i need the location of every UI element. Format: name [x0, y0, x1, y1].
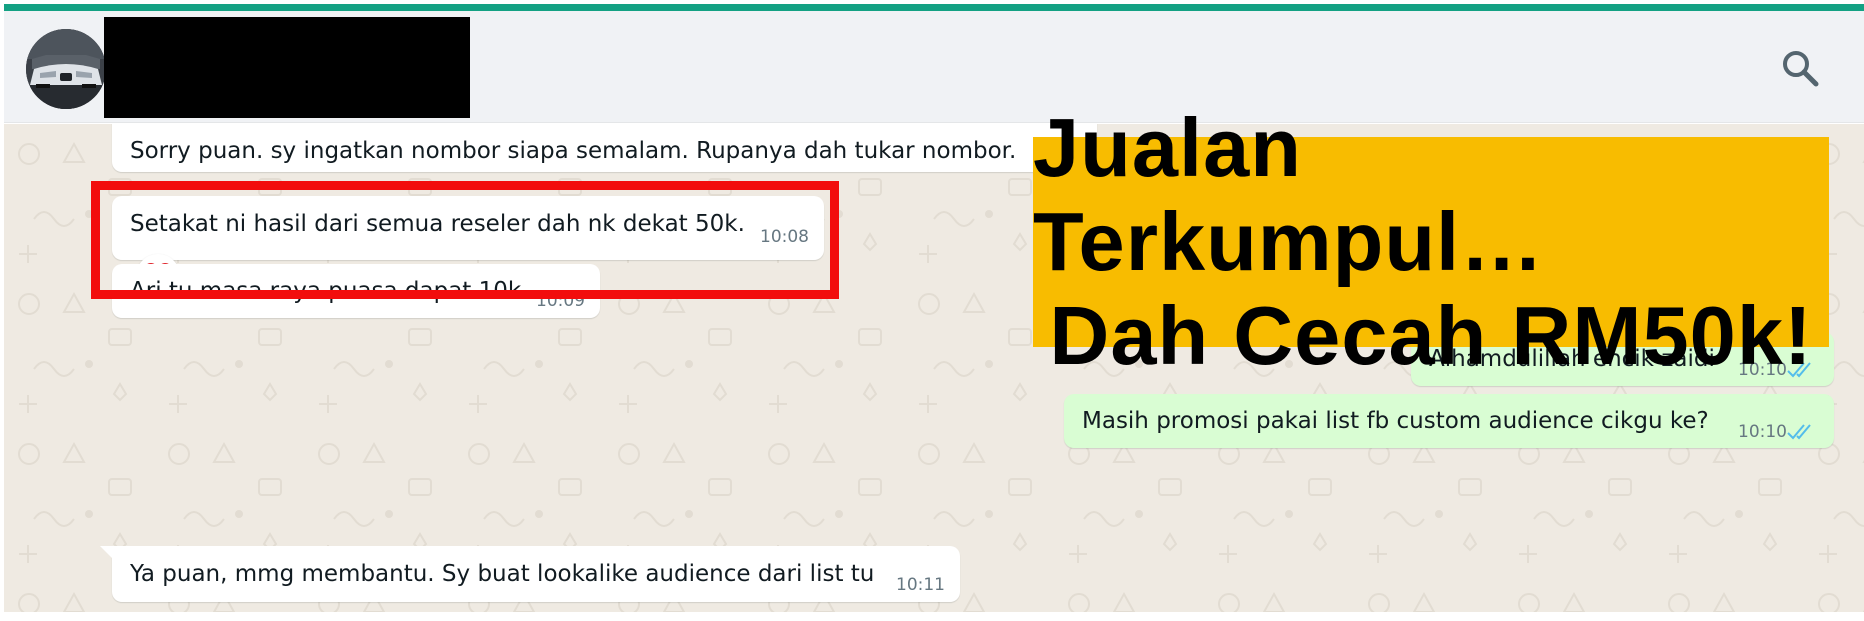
- message-bubble[interactable]: Sorry puan. sy ingatkan nombor siapa sem…: [112, 124, 1097, 172]
- promo-banner: Jualan Terkumpul… Dah Cecah RM50k!: [1033, 101, 1829, 382]
- read-ticks-icon: [1787, 424, 1811, 440]
- car-avatar-icon: [26, 29, 106, 109]
- message-text: Sorry puan. sy ingatkan nombor siapa sem…: [130, 138, 1017, 164]
- bottom-strip: [0, 612, 1864, 621]
- accent-bar: [4, 4, 1864, 11]
- message-text: Ya puan, mmg membantu. Sy buat lookalike…: [130, 561, 875, 587]
- promo-line-1: Jualan Terkumpul…: [1033, 101, 1545, 288]
- message-bubble[interactable]: Ya puan, mmg membantu. Sy buat lookalike…: [112, 546, 960, 602]
- message-time: 10:10: [1738, 422, 1787, 442]
- message-time: 10:11: [896, 575, 945, 595]
- bubble-tail: [100, 546, 114, 560]
- search-icon[interactable]: [1779, 47, 1823, 91]
- redacted-contact-name: [104, 17, 470, 118]
- top-accent-strip: [0, 0, 1864, 11]
- message-text: Masih promosi pakai list fb custom audie…: [1082, 408, 1709, 434]
- highlight-box: [91, 181, 839, 299]
- promo-line-2: Dah Cecah RM50k!: [1049, 289, 1813, 382]
- message-bubble[interactable]: Masih promosi pakai list fb custom audie…: [1064, 394, 1834, 448]
- contact-avatar[interactable]: [26, 29, 106, 109]
